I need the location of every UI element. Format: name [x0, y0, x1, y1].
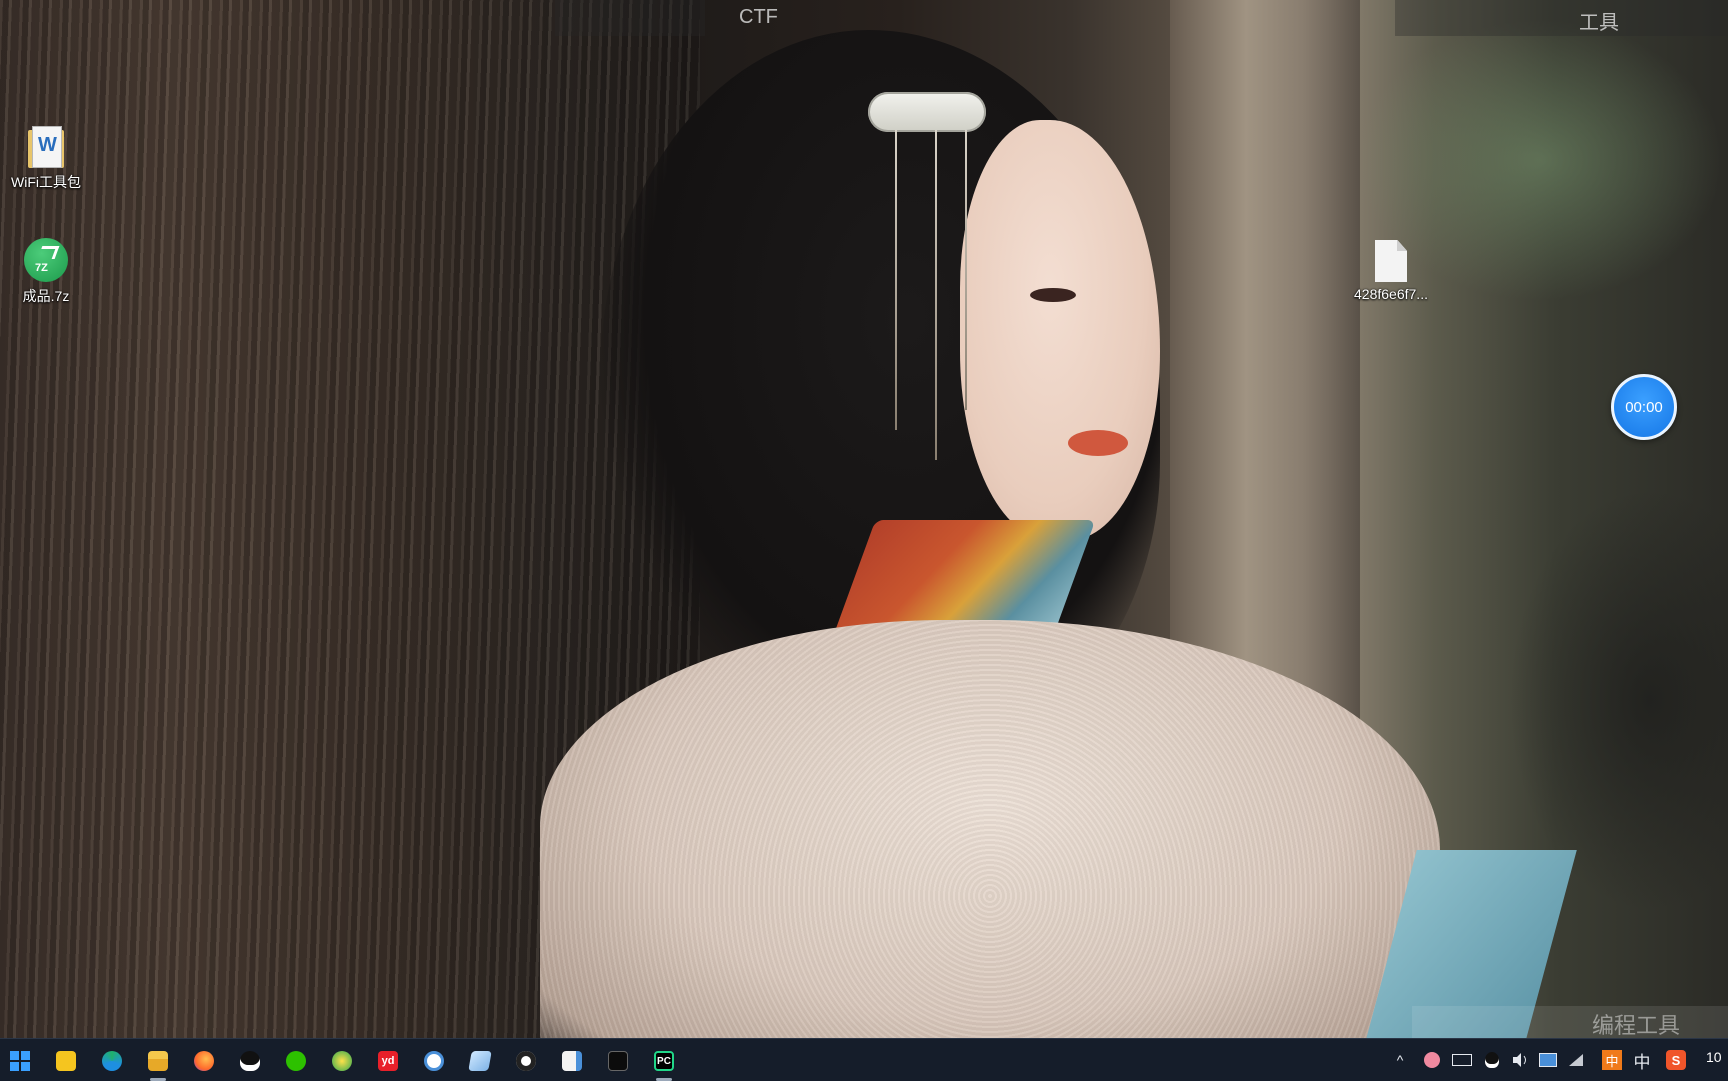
top-band-ctf-label: CTF [739, 6, 778, 28]
network-icon [424, 1051, 444, 1071]
taskbar-firefox[interactable] [188, 1045, 220, 1077]
start-icon [10, 1051, 30, 1071]
wallpaper-hairpin [868, 92, 986, 132]
wallpaper-tassel [895, 130, 897, 430]
edge-icon [102, 1051, 122, 1071]
tray-ime-mode[interactable]: 中 [1600, 1045, 1624, 1075]
file-icon [1375, 240, 1407, 282]
taskbar-app[interactable] [510, 1045, 542, 1077]
tray-app-flower[interactable] [1420, 1045, 1444, 1075]
tray-display[interactable] [1536, 1045, 1560, 1075]
taskbar-notepad[interactable] [464, 1045, 496, 1077]
programming-tools-overlay: 编程工具 [1412, 1006, 1728, 1038]
file-tool-icon [562, 1051, 582, 1071]
pycharm-icon: PC [654, 1051, 674, 1071]
taskbar-file-explorer[interactable] [142, 1045, 174, 1081]
wallpaper-tassel [935, 130, 937, 460]
taskbar-qq[interactable] [234, 1045, 266, 1077]
taskbar-wechat[interactable] [280, 1045, 312, 1077]
watermark-label: 编程工具 [1591, 1013, 1680, 1038]
timer-value: 00:00 [1625, 398, 1663, 416]
desktop-icon-wifi-toolkit[interactable]: W WiFi工具包 [3, 126, 89, 192]
desktop-icon-label: 428f6e6f7... [1354, 286, 1428, 302]
taskbar-pycharm[interactable]: PC [648, 1045, 680, 1081]
youdao-icon: yd [378, 1051, 398, 1071]
tray-sogou[interactable]: S [1664, 1045, 1688, 1075]
taskbar-edge[interactable] [96, 1045, 128, 1077]
ime-language-label: 中 [1633, 1052, 1651, 1072]
taskbar: yd PC ^ 中 中 S 10 [0, 1038, 1728, 1081]
chevron-up-icon: ^ [1396, 1052, 1404, 1068]
tray-battery[interactable] [1450, 1045, 1474, 1075]
tray-qq[interactable] [1480, 1045, 1504, 1075]
desktop-icon-archive[interactable]: 7Z 成品.7z [3, 238, 89, 306]
folder-icon: W [28, 126, 64, 168]
top-band-tools[interactable]: 工具 [1395, 0, 1728, 36]
taskbar-clock[interactable]: 10 [1706, 1049, 1722, 1065]
wallpaper-figure-eye [1030, 288, 1076, 302]
qq-icon [1485, 1052, 1499, 1068]
tray-volume[interactable] [1508, 1045, 1532, 1075]
sticky-notes-icon [56, 1051, 76, 1071]
monitor-icon [1539, 1053, 1557, 1067]
start-button[interactable] [4, 1045, 36, 1077]
wallpaper-tassel [965, 130, 967, 410]
sogou-icon: S [1666, 1050, 1686, 1070]
speaker-icon [1513, 1053, 1526, 1067]
taskbar-terminal[interactable] [602, 1045, 634, 1077]
firefox-icon [194, 1051, 214, 1071]
taskbar-file-tool[interactable] [556, 1045, 588, 1077]
taskbar-browser[interactable] [326, 1045, 358, 1077]
file-explorer-icon [148, 1051, 168, 1071]
tray-overflow-chevron[interactable]: ^ [1390, 1045, 1410, 1075]
taskbar-youdao[interactable]: yd [372, 1045, 404, 1077]
desktop-icon-label: 成品.7z [22, 288, 70, 304]
desktop-icon-label: WiFi工具包 [11, 174, 81, 190]
7z-archive-icon: 7Z [24, 238, 68, 282]
terminal-icon [608, 1051, 628, 1071]
top-band-ctf[interactable]: CTF [555, 0, 778, 36]
ime-mode-badge: 中 [1602, 1050, 1622, 1070]
desktop-icon-file[interactable]: 428f6e6f7... [1348, 240, 1434, 302]
browser-icon [332, 1051, 352, 1071]
wifi-icon [1569, 1054, 1583, 1066]
tray-ime-language[interactable]: 中 [1630, 1045, 1654, 1075]
notepad-icon [468, 1051, 492, 1071]
wallpaper-figure-face [960, 120, 1160, 540]
taskbar-network-tool[interactable] [418, 1045, 450, 1077]
wechat-icon [286, 1051, 306, 1071]
floating-timer-button[interactable]: 00:00 [1611, 374, 1677, 440]
battery-icon [1452, 1054, 1472, 1066]
app-icon [516, 1051, 536, 1071]
tray-wifi[interactable] [1564, 1045, 1588, 1075]
desktop-wallpaper [0, 0, 1728, 1038]
qq-icon [240, 1051, 260, 1071]
wallpaper-figure-lips [1068, 430, 1128, 456]
taskbar-sticky-notes[interactable] [50, 1045, 82, 1077]
top-band-tools-label: 工具 [1579, 12, 1619, 34]
flower-icon [1424, 1052, 1440, 1068]
